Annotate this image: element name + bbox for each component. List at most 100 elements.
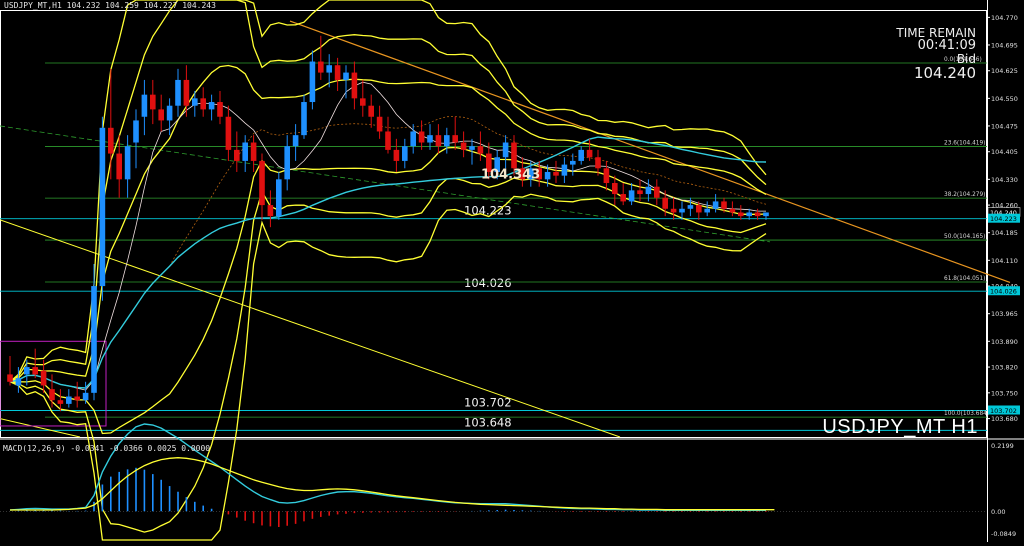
- candle-body: [217, 102, 223, 117]
- candle-body: [292, 135, 299, 147]
- candle-body: [57, 400, 64, 404]
- candle-body: [166, 105, 173, 121]
- bollinger-lower-band: [9, 193, 767, 541]
- candle-body: [368, 105, 374, 117]
- candle-body: [200, 98, 206, 110]
- symbol-info: USDJPY_MT,H1: [4, 1, 62, 10]
- candle-body: [595, 157, 601, 169]
- candle-body: [460, 142, 467, 150]
- candle-body: [360, 98, 366, 106]
- candle-body: [393, 149, 400, 161]
- price-tick-label: 104.550: [991, 95, 1018, 103]
- price-annotation: 104.343: [481, 168, 540, 183]
- price-tick-label: 104.330: [991, 176, 1018, 184]
- macd-main-line: [9, 423, 766, 511]
- price-tick-label: 103.965: [991, 310, 1018, 318]
- candle-body: [66, 396, 72, 404]
- candle-body: [754, 212, 761, 217]
- candle-body: [696, 205, 702, 213]
- macd-tick-label: 0.00: [991, 508, 1005, 516]
- candle-body: [250, 142, 257, 161]
- price-tick-label: 104.110: [991, 257, 1018, 265]
- price-pane-border: [0, 10, 987, 438]
- candle-body: [7, 374, 13, 382]
- candle-body: [452, 135, 458, 143]
- horizontal-level-label: 103.702: [464, 395, 512, 409]
- candle-body: [82, 392, 89, 401]
- chart-header: USDJPY_MT,H1 104.232 104.259 104.227 104…: [4, 1, 216, 10]
- candle-body: [234, 149, 240, 161]
- candle-body: [385, 131, 391, 150]
- macd-signal-line: [10, 457, 775, 511]
- price-tick-label: 103.750: [991, 389, 1018, 397]
- candle-body: [99, 127, 106, 287]
- fib-level-label: 38.2(104.279): [944, 192, 985, 198]
- price-tag-label: 104.223: [990, 215, 1017, 223]
- macd-label: MACD(12,26,9) -0.0341 -0.0366 0.0025 0.0…: [3, 444, 211, 453]
- candle-body: [721, 201, 727, 209]
- candle-body: [729, 208, 736, 213]
- horizontal-level-label: 104.026: [464, 276, 512, 290]
- macd-tick-label: 0.2199: [991, 442, 1014, 450]
- candle-body: [74, 396, 80, 401]
- candle-body: [259, 160, 265, 206]
- candle-body: [679, 208, 685, 213]
- candle-body: [410, 131, 416, 147]
- candle-body: [91, 286, 97, 393]
- candle-body: [309, 61, 316, 103]
- candle-body: [175, 79, 181, 106]
- price-tag-label: 104.026: [990, 288, 1017, 296]
- candle-body: [603, 168, 610, 184]
- price-tick-label: 104.770: [991, 14, 1018, 22]
- candle-body: [192, 98, 198, 106]
- price-tick-label: 104.625: [991, 67, 1018, 75]
- candle-body: [141, 94, 148, 117]
- chart-window[interactable]: 104.770 104.695 104.625 104.550 104.475 104.4…: [0, 0, 1024, 542]
- trend-channel-line: [0, 418, 81, 438]
- candle-body: [746, 212, 752, 217]
- middle-band-line: [9, 116, 767, 389]
- price-tick-label: 104.475: [991, 122, 1018, 130]
- candle-body: [334, 65, 341, 80]
- candle-body: [32, 367, 38, 375]
- candle-body: [351, 72, 358, 99]
- macd-tick-label: -0.0849: [991, 530, 1016, 538]
- candle-body: [24, 367, 30, 375]
- candle-body: [763, 212, 769, 217]
- candle-body: [318, 61, 324, 73]
- candle-body: [502, 142, 509, 158]
- candle-body: [637, 190, 643, 195]
- candle-body: [561, 164, 568, 176]
- symbol-watermark: USDJPY_MT H1: [822, 416, 978, 438]
- price-tick-label: 104.695: [991, 41, 1018, 49]
- candle-body: [242, 142, 248, 161]
- candle-body: [570, 160, 576, 165]
- candle-body: [687, 205, 694, 209]
- candle-body: [553, 171, 559, 176]
- candle-body: [267, 205, 274, 217]
- candle-body: [645, 186, 652, 195]
- price-tick-label: 103.890: [991, 338, 1018, 346]
- candle-body: [418, 131, 425, 143]
- price-tag-label: 103.702: [990, 407, 1017, 415]
- candle-body: [654, 186, 660, 198]
- candle-body: [326, 65, 332, 73]
- candle-body: [49, 389, 55, 401]
- candle-body: [469, 146, 475, 150]
- price-tick-label: 103.820: [991, 364, 1018, 372]
- candle-body: [158, 109, 164, 121]
- candle-body: [376, 116, 383, 132]
- candle-body: [208, 102, 215, 110]
- candle-body: [343, 72, 349, 80]
- candle-body: [15, 378, 22, 386]
- candle-body: [712, 201, 719, 209]
- candle-body: [435, 135, 442, 147]
- price-chart[interactable]: 104.770 104.695 104.625 104.550 104.475 104.4…: [0, 0, 1024, 542]
- candle-body: [183, 79, 190, 106]
- candle-body: [670, 208, 677, 213]
- candle-body: [738, 212, 744, 217]
- candle-body: [544, 171, 551, 180]
- candle-body: [578, 149, 584, 161]
- bollinger-lower-band: [10, 146, 767, 435]
- candle-body: [620, 194, 626, 202]
